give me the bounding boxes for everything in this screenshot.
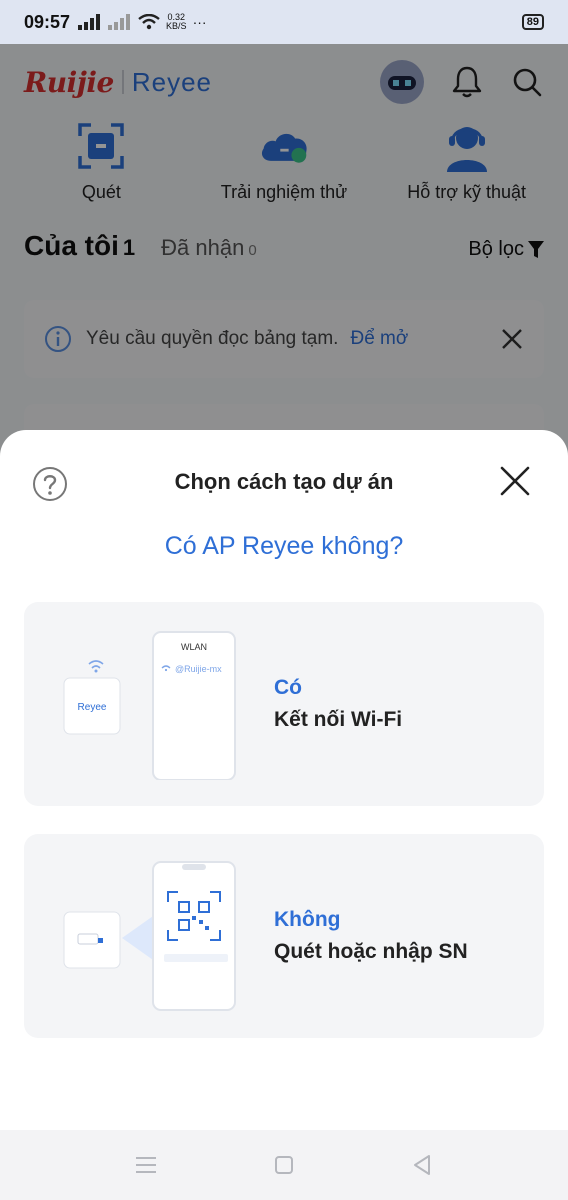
signal-icon bbox=[78, 14, 101, 30]
phone-ssid-text: @Ruijie-mx bbox=[175, 664, 222, 674]
sheet-title: Chọn cách tạo dự án bbox=[174, 469, 394, 494]
signal-no-service-icon bbox=[108, 14, 131, 30]
option-title: Có bbox=[274, 676, 302, 699]
option-subtitle: Kết nối Wi-Fi bbox=[274, 708, 403, 731]
status-bar: 09:57 0.32 KB/S ··· 89 bbox=[0, 0, 568, 44]
option-title: Không bbox=[274, 908, 341, 931]
system-nav-bar bbox=[0, 1130, 568, 1200]
close-icon[interactable] bbox=[498, 464, 532, 498]
sheet-question: Có AP Reyee không? bbox=[164, 532, 404, 560]
home-nav-icon[interactable] bbox=[270, 1151, 298, 1179]
create-project-sheet: Chọn cách tạo dự án Có AP Reyee không? R… bbox=[0, 430, 568, 1200]
ap-device-label: Reyee bbox=[78, 702, 107, 713]
option-subtitle: Quét hoặc nhập SN bbox=[274, 940, 468, 963]
option-scan-sn[interactable]: Không Quét hoặc nhập SN bbox=[24, 834, 544, 1038]
back-nav-icon[interactable] bbox=[408, 1151, 436, 1179]
menu-nav-icon[interactable] bbox=[132, 1151, 160, 1179]
phone-wlan-header: WLAN bbox=[181, 642, 207, 652]
more-status-indicator: ··· bbox=[192, 14, 207, 30]
network-speed: 0.32 KB/S bbox=[166, 12, 187, 31]
sheet-header: Chọn cách tạo dự án bbox=[0, 430, 568, 534]
option-wifi-connect[interactable]: Reyee WLAN @Ruijie-mx Có Kết nối Wi-Fi bbox=[24, 602, 544, 806]
option-text: Có Kết nối Wi-Fi bbox=[274, 676, 402, 732]
option-text: Không Quét hoặc nhập SN bbox=[274, 908, 468, 964]
help-question-icon[interactable] bbox=[32, 466, 68, 502]
status-icons: 0.32 KB/S ··· bbox=[78, 13, 207, 31]
wifi-status-icon bbox=[138, 14, 160, 30]
battery-indicator: 89 bbox=[521, 14, 544, 30]
wifi-connect-illustration: Reyee WLAN @Ruijie-mx bbox=[63, 631, 236, 780]
scan-sn-illustration bbox=[63, 861, 236, 1011]
status-time: 09:57 bbox=[24, 11, 71, 32]
